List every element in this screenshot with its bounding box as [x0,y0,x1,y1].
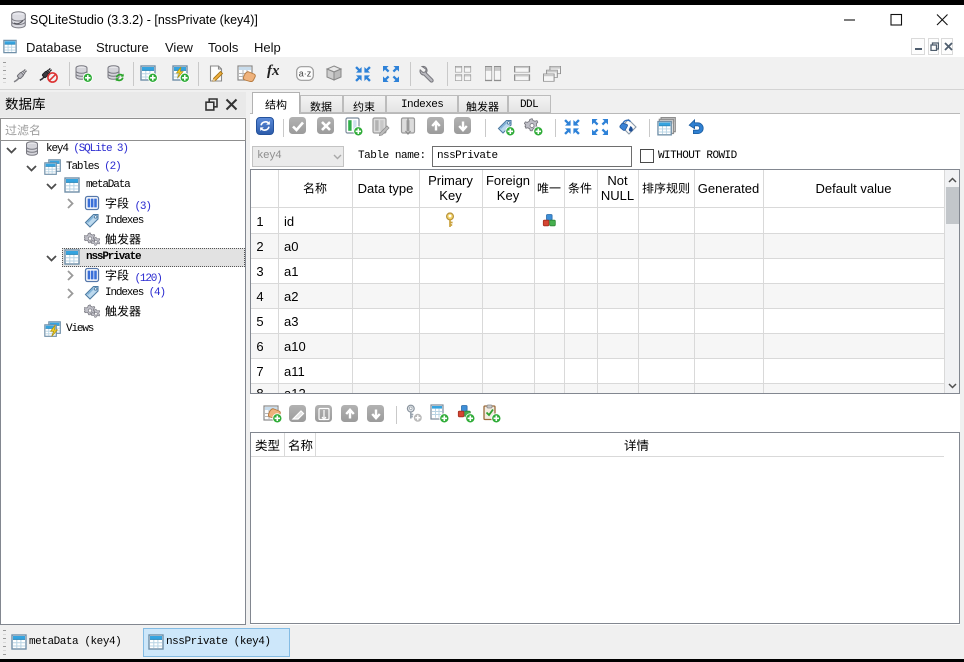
svg-text:a·z: a·z [299,69,312,79]
